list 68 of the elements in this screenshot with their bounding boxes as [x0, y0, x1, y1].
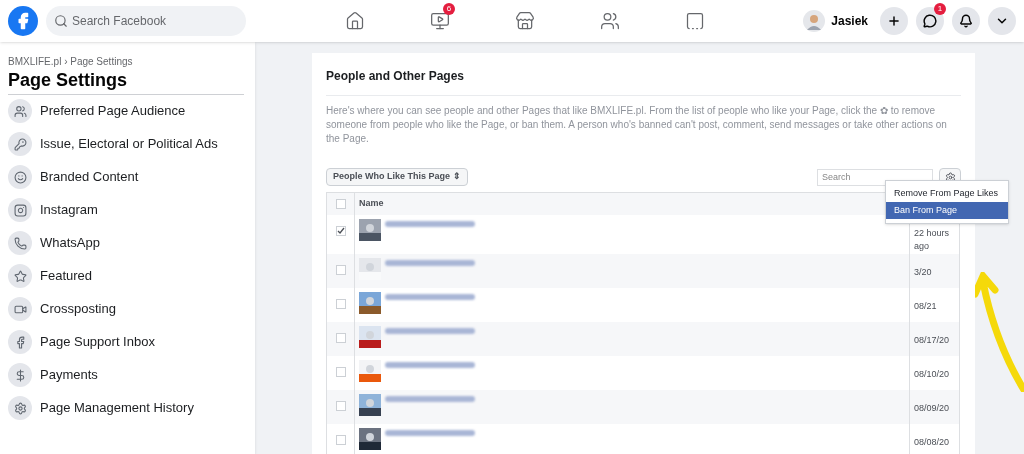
- sidebar-item[interactable]: Page Support Inbox: [8, 325, 247, 359]
- menu-item[interactable]: Ban From Page: [886, 202, 1008, 219]
- menu-item[interactable]: Remove From Page Likes: [886, 185, 1008, 202]
- checkbox[interactable]: [335, 434, 346, 445]
- video-camera-icon: [8, 297, 32, 321]
- face-icon: [8, 165, 32, 189]
- checkbox[interactable]: [335, 366, 346, 377]
- settings-icon: [944, 171, 956, 183]
- page-title: Page Settings: [8, 69, 129, 92]
- sidebar-item[interactable]: Payments: [8, 358, 247, 392]
- checkbox[interactable]: [335, 225, 346, 236]
- camera-icon: [8, 198, 32, 222]
- home-icon: [345, 11, 365, 31]
- blurred-name[interactable]: [385, 327, 475, 334]
- blurred-name[interactable]: [385, 293, 475, 300]
- blurred-name[interactable]: [385, 429, 475, 436]
- header-button[interactable]: [880, 7, 908, 35]
- sidebar-item[interactable]: Page Management History: [8, 391, 247, 425]
- nav-tab[interactable]: 6: [415, 3, 465, 39]
- description-text: Here's where you can see people and other Pages that like BMXLIFE.pl. From the list of people who like your Page, click the ✿ to remove someone from people who like the Page, or ban them. A person who's banned can't post, comment, send messages or take other actions on the Page.: [326, 104, 948, 146]
- search-field[interactable]: Search Facebook: [46, 6, 246, 36]
- gear-icon: [8, 396, 32, 420]
- video-icon: [430, 11, 450, 31]
- checkbox[interactable]: [335, 298, 346, 309]
- bell-icon: [959, 14, 973, 28]
- chat-bubble-icon: [923, 14, 937, 28]
- date-text: 08/21: [914, 300, 937, 311]
- dollar-icon: [8, 363, 32, 387]
- date-text: 08/09/20: [914, 402, 950, 413]
- date-text: 08/17/20: [914, 334, 950, 345]
- notification-badge: 6: [443, 3, 455, 15]
- blurred-name[interactable]: [385, 361, 475, 368]
- profile-chip[interactable]: Jasiek: [799, 10, 872, 32]
- card-title: People and Other Pages: [326, 53, 961, 96]
- square-icon: [685, 11, 705, 31]
- checkbox[interactable]: [335, 198, 346, 209]
- key-icon: [8, 132, 32, 156]
- checkbox[interactable]: [335, 264, 346, 275]
- checkbox[interactable]: [335, 332, 346, 343]
- filter-dropdown[interactable]: People Who Like This Page ⇕: [326, 168, 468, 186]
- notification-badge: 1: [934, 3, 946, 15]
- sidebar-item[interactable]: Crossposting: [8, 292, 247, 326]
- f-logo-icon: [8, 330, 32, 354]
- sidebar-item[interactable]: Preferred Page Audience: [8, 94, 247, 128]
- avatar-icon: [803, 10, 826, 32]
- phone-icon: [8, 231, 32, 255]
- blurred-name[interactable]: [385, 220, 475, 227]
- user-name: Jasiek: [831, 13, 868, 30]
- store-icon: [515, 11, 535, 31]
- checkbox[interactable]: [335, 400, 346, 411]
- f-logo-icon[interactable]: [8, 6, 38, 36]
- sidebar-item[interactable]: Branded Content: [8, 160, 247, 194]
- breadcrumb: BMXLIFE.pl › Page Settings: [8, 55, 134, 69]
- people-icon: [8, 99, 32, 123]
- blurred-name[interactable]: [385, 259, 475, 266]
- column-header: Name: [359, 198, 384, 208]
- plus-icon: [887, 14, 901, 28]
- date-text: 08/08/20: [914, 436, 950, 447]
- blurred-name[interactable]: [385, 395, 475, 402]
- header-button[interactable]: [952, 7, 980, 35]
- sidebar-item[interactable]: Featured: [8, 259, 247, 293]
- sidebar-item[interactable]: WhatsApp: [8, 226, 247, 260]
- people-icon: [600, 11, 620, 31]
- date-text: 22 hours ago: [914, 227, 950, 251]
- date-text: 08/10/20: [914, 368, 950, 379]
- date-text: 3/20: [914, 266, 932, 277]
- sidebar-item[interactable]: Issue, Electoral or Political Ads: [8, 127, 247, 161]
- sidebar-item[interactable]: Instagram: [8, 193, 247, 227]
